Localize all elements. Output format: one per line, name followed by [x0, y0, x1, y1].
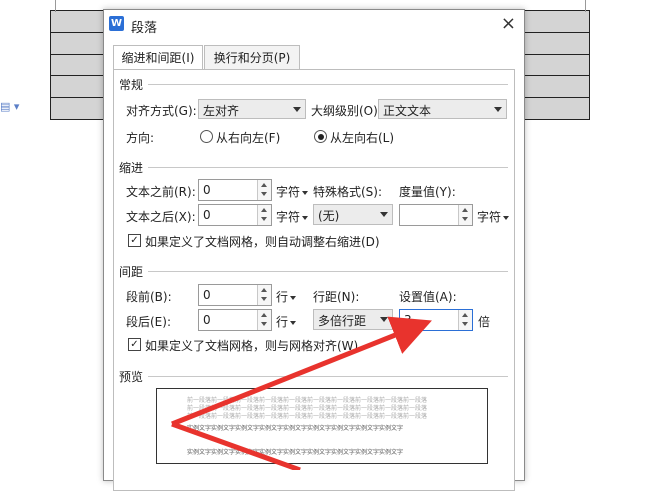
chevron-down-icon [261, 217, 267, 221]
chevron-down-icon [261, 322, 267, 326]
preview-sample-line: 实例文字实例文字实例文字实例文字实例文字实例文字实例文字实例文字实例文字 [187, 425, 404, 432]
divider [148, 84, 508, 85]
section-preview-label: 预览 [119, 370, 144, 384]
space-after-spinner[interactable]: 0 [198, 309, 272, 331]
spinner-buttons[interactable] [257, 285, 271, 305]
space-before-label: 段前(B): [126, 290, 172, 304]
alignment-value: 左对齐 [203, 104, 240, 118]
special-format-select[interactable]: (无) [313, 204, 393, 225]
chevron-down-icon [380, 212, 388, 217]
special-format-label: 特殊格式(S): [313, 185, 383, 199]
divider [148, 167, 508, 168]
outline-level-value: 正文文本 [383, 104, 432, 118]
setting-value-value: 3 [404, 313, 412, 327]
paste-icon[interactable]: ▤ ▾ [0, 100, 19, 113]
tab-indent-spacing[interactable]: 缩进和间距(I) [113, 45, 203, 71]
spinner-buttons[interactable] [257, 180, 271, 200]
chevron-down-icon [380, 317, 388, 322]
chevron-up-icon [462, 313, 468, 317]
caret-down-icon [503, 215, 510, 220]
indent-after-value: 0 [203, 208, 211, 222]
alignment-label: 对齐方式(G): [126, 104, 197, 118]
spacing-grid-checkbox-label[interactable]: 如果定义了文档网格，则与网格对齐(W) [145, 337, 358, 354]
chevron-up-icon [261, 208, 267, 212]
setting-value-spinner[interactable]: 3 [399, 309, 473, 331]
chevron-down-icon [261, 297, 267, 301]
document-margin-line [585, 0, 586, 12]
spinner-buttons[interactable] [257, 310, 271, 330]
chevron-down-icon [462, 322, 468, 326]
section-spacing-label: 间距 [119, 265, 144, 279]
divider [148, 271, 508, 272]
indent-grid-checkbox-label[interactable]: 如果定义了文档网格，则自动调整右缩进(D) [145, 233, 380, 250]
line-spacing-select[interactable]: 多倍行距 [313, 309, 393, 330]
indent-grid-checkbox[interactable]: ✓ [128, 234, 141, 247]
setting-value-label: 设置值(A): [399, 290, 457, 304]
chevron-up-icon [261, 288, 267, 292]
chevron-up-icon [261, 313, 267, 317]
indent-after-unit[interactable]: 字符 [276, 208, 309, 225]
measure-label: 度量值(Y): [399, 185, 456, 199]
chevron-down-icon [494, 107, 502, 112]
caret-down-icon [290, 295, 297, 300]
preview-sample-line: 实例文字实例文字实例文字实例文字实例文字实例文字实例文字实例文字实例文字 [187, 449, 404, 456]
rtl-radio[interactable] [200, 130, 213, 143]
alignment-select[interactable]: 左对齐 [198, 99, 306, 119]
chevron-down-icon [462, 217, 468, 221]
spinner-buttons[interactable] [458, 310, 472, 330]
chevron-up-icon [261, 183, 267, 187]
indent-after-label: 文本之后(X): [126, 210, 196, 224]
chevron-up-icon [462, 208, 468, 212]
space-before-unit[interactable]: 行 [276, 288, 297, 305]
line-spacing-value: 多倍行距 [318, 314, 367, 328]
ltr-radio[interactable] [314, 130, 327, 143]
rtl-radio-label[interactable]: 从右向左(F) [216, 129, 280, 146]
indent-before-unit[interactable]: 字符 [276, 183, 309, 200]
paragraph-preview: 前一段落前一段落前一段落前一段落前一段落前一段落前一段落前一段落前一段落前一段落… [156, 388, 488, 464]
indent-before-label: 文本之前(R): [126, 185, 196, 199]
chevron-down-icon [293, 107, 301, 112]
outline-level-label: 大纲级别(O): [311, 104, 382, 118]
preview-prev-line: 前一段落前一段落前一段落前一段落前一段落前一段落前一段落前一段落前一段落前一段落 [187, 413, 428, 420]
spinner-buttons[interactable] [257, 205, 271, 225]
space-before-value: 0 [203, 288, 211, 302]
setting-value-unit: 倍 [478, 315, 491, 329]
caret-down-icon [302, 190, 309, 195]
document-margin-line [55, 0, 56, 12]
tab-panel: 常规 对齐方式(G): 左对齐 大纲级别(O): 正文文本 方向: 从右向左(F… [113, 69, 515, 491]
unit-text: 行 [276, 290, 289, 304]
line-spacing-label: 行距(N): [313, 290, 360, 304]
unit-text: 字符 [276, 185, 301, 199]
outline-level-select[interactable]: 正文文本 [378, 99, 507, 119]
section-general-label: 常规 [119, 78, 144, 92]
paragraph-dialog: W 段落 × 缩进和间距(I) 换行和分页(P) 常规 对齐方式(G): 左对齐… [103, 9, 525, 491]
measure-unit[interactable]: 字符 [477, 208, 510, 225]
dialog-title: 段落 [131, 21, 158, 36]
section-indent-label: 缩进 [119, 161, 144, 175]
tab-line-page-break[interactable]: 换行和分页(P) [204, 45, 300, 71]
spinner-buttons[interactable] [458, 205, 472, 225]
space-after-label: 段后(E): [126, 315, 171, 329]
indent-after-spinner[interactable]: 0 [198, 204, 272, 226]
indent-before-value: 0 [203, 183, 211, 197]
unit-text: 字符 [276, 210, 301, 224]
wps-app-icon: W [109, 16, 124, 31]
dialog-titlebar[interactable]: W 段落 × [104, 10, 524, 40]
direction-label: 方向: [126, 131, 155, 145]
space-before-spinner[interactable]: 0 [198, 284, 272, 306]
ltr-radio-label[interactable]: 从左向右(L) [330, 129, 394, 146]
space-after-unit[interactable]: 行 [276, 313, 297, 330]
caret-down-icon [302, 215, 309, 220]
close-icon[interactable]: × [501, 13, 516, 34]
measure-spinner[interactable] [399, 204, 473, 226]
space-after-value: 0 [203, 313, 211, 327]
spacing-grid-checkbox[interactable]: ✓ [128, 338, 141, 351]
special-format-value: (无) [318, 209, 340, 223]
divider [148, 376, 508, 377]
unit-text: 字符 [477, 210, 502, 224]
chevron-down-icon [261, 192, 267, 196]
caret-down-icon [290, 320, 297, 325]
unit-text: 行 [276, 315, 289, 329]
indent-before-spinner[interactable]: 0 [198, 179, 272, 201]
